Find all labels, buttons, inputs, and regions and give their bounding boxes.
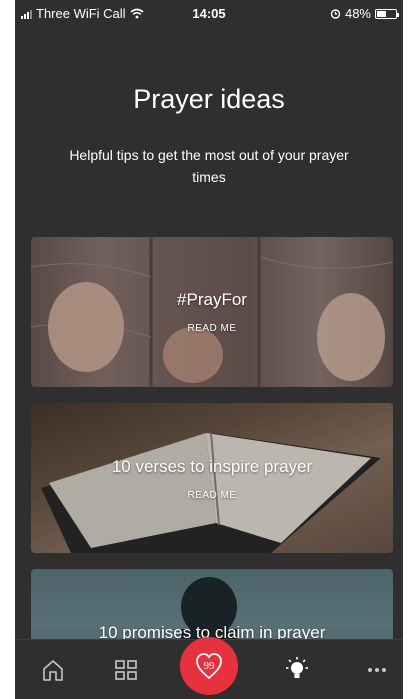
alarm-icon xyxy=(330,9,341,19)
status-bar: Three WiFi Call 14:05 48% xyxy=(15,0,403,26)
svg-text:99: 99 xyxy=(204,660,216,672)
card-verses[interactable]: 10 verses to inspire prayer READ ME xyxy=(31,403,393,553)
phone-screen: Three WiFi Call 14:05 48% Prayer ideas H… xyxy=(15,0,403,699)
card-title: #PrayFor xyxy=(177,290,247,309)
prayer-icon: 99 xyxy=(196,653,222,680)
nav-grid[interactable] xyxy=(96,640,156,699)
nav-prayer[interactable]: 99 xyxy=(177,634,241,698)
grid-icon xyxy=(115,660,137,680)
nav-more[interactable] xyxy=(347,640,403,699)
prayer-button[interactable]: 99 xyxy=(180,637,238,695)
bottom-nav: 99 xyxy=(15,637,403,699)
more-icon xyxy=(368,668,386,672)
battery-level xyxy=(377,10,386,17)
card-pray-for[interactable]: #PrayFor READ ME xyxy=(31,237,393,387)
home-icon xyxy=(43,660,63,681)
nav-ideas[interactable] xyxy=(267,640,327,699)
read-me-link[interactable]: READ ME xyxy=(31,323,393,334)
status-right: 48% xyxy=(330,6,399,21)
battery-percent: 48% xyxy=(344,6,371,21)
card-title: 10 verses to inspire prayer xyxy=(111,457,313,476)
page-title: Prayer ideas xyxy=(133,84,285,114)
page-subtitle: Helpful tips to get the most out of your… xyxy=(69,147,349,185)
lightbulb-icon xyxy=(286,657,308,678)
read-me-link[interactable]: READ ME xyxy=(31,490,393,501)
battery-icon xyxy=(375,8,399,19)
nav-home[interactable] xyxy=(23,640,83,699)
